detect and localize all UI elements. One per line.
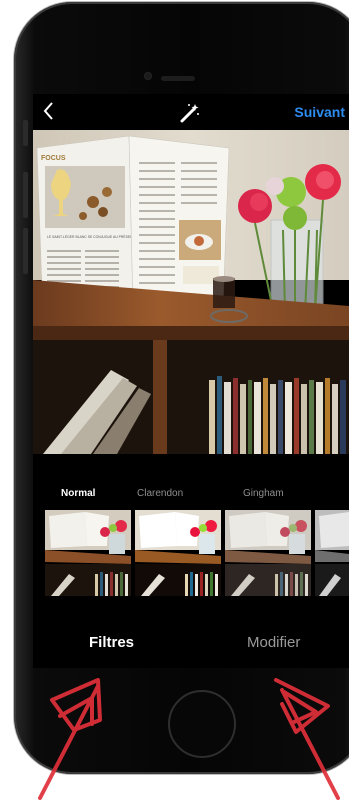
red-arrow-annotations bbox=[38, 678, 340, 800]
